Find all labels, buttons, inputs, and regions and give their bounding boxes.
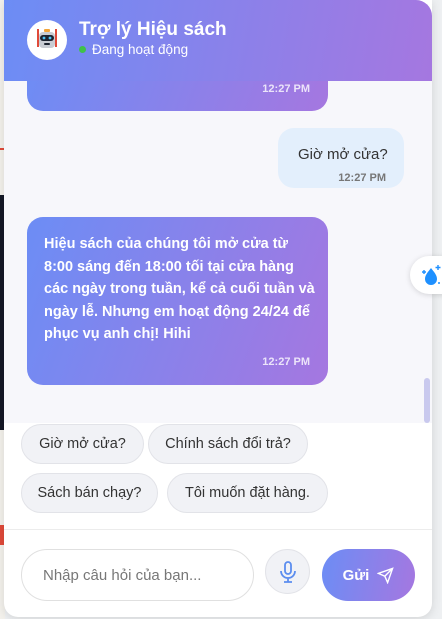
message-input[interactable]: Nhập câu hỏi của bạn... xyxy=(21,549,254,601)
quick-reply-opening-hours[interactable]: Giờ mở cửa? xyxy=(21,424,144,464)
quick-reply-bestsellers[interactable]: Sách bán chạy? xyxy=(21,473,158,513)
chat-widget: Trợ lý Hiệu sách Đang hoạt động 12:27 PM… xyxy=(4,0,432,617)
robot-icon xyxy=(27,20,67,60)
quick-reply-return-policy[interactable]: Chính sách đổi trả? xyxy=(148,424,308,464)
chat-header: Trợ lý Hiệu sách Đang hoạt động xyxy=(4,0,432,81)
message-time: 12:27 PM xyxy=(338,172,386,184)
chat-title: Trợ lý Hiệu sách xyxy=(79,19,227,40)
microphone-icon xyxy=(279,560,296,583)
online-dot xyxy=(79,46,86,53)
scrollbar-thumb[interactable] xyxy=(424,378,430,423)
microphone-button[interactable] xyxy=(265,549,310,594)
message-time: 12:27 PM xyxy=(262,83,310,95)
message-text: Giờ mở cửa? xyxy=(298,146,388,163)
user-message: Giờ mở cửa? 12:27 PM xyxy=(278,128,404,188)
message-text: Hiệu sách của chúng tôi mở cửa từ 8:00 s… xyxy=(44,236,315,342)
bot-message: 12:27 PM xyxy=(27,81,328,111)
message-list[interactable]: 12:27 PM Giờ mở cửa? 12:27 PM Hiệu sách … xyxy=(4,81,432,423)
quick-replies: Giờ mở cửa? Chính sách đổi trả? Sách bán… xyxy=(4,423,432,530)
water-drop-sparkle-icon xyxy=(422,265,441,285)
paper-plane-icon xyxy=(377,566,395,584)
quick-reply-order[interactable]: Tôi muốn đặt hàng. xyxy=(167,473,328,513)
message-time: 12:27 PM xyxy=(262,356,310,368)
floating-widget-button[interactable] xyxy=(410,256,442,294)
bot-message: Hiệu sách của chúng tôi mở cửa từ 8:00 s… xyxy=(27,217,328,385)
status-text: Đang hoạt động xyxy=(92,42,189,57)
send-button[interactable]: Gửi xyxy=(322,549,415,601)
status-indicator: Đang hoạt động xyxy=(79,42,188,57)
send-label: Gửi xyxy=(342,566,370,584)
